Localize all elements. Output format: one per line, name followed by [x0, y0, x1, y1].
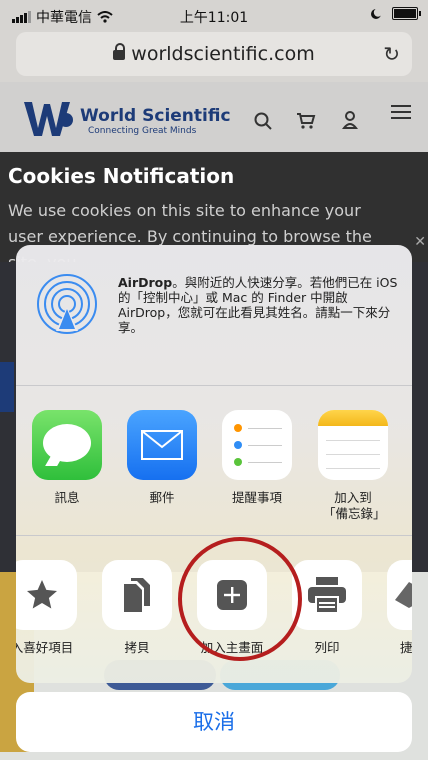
app-messages[interactable]: 訊息 [21, 410, 113, 506]
cancel-button[interactable]: 取消 [16, 692, 412, 752]
action-label: 拷貝 [124, 640, 150, 655]
battery-icon [392, 7, 421, 20]
reminders-icon [222, 410, 292, 480]
url-text: worldscientific.com [131, 43, 315, 65]
mail-icon [127, 410, 197, 480]
clock: 上午11:01 [179, 10, 249, 26]
airdrop-title: AirDrop [118, 275, 173, 290]
print-icon [292, 560, 362, 630]
action-shortcut[interactable]: 捷 [376, 560, 412, 656]
copy-icon [102, 560, 172, 630]
lock-icon [113, 42, 126, 60]
airdrop-icon [37, 274, 97, 334]
account-icon[interactable] [342, 110, 358, 130]
app-label: 郵件 [149, 490, 175, 505]
site-name: World Scientific [80, 106, 231, 126]
action-favorite[interactable]: 入喜好項目 [16, 560, 88, 656]
cookie-title: Cookies Notification [8, 164, 235, 188]
app-label: 訊息 [54, 490, 80, 505]
cart-icon[interactable] [296, 112, 316, 130]
menu-icon[interactable] [391, 104, 411, 120]
do-not-disturb-icon [371, 7, 382, 19]
action-label: 捷 [400, 640, 412, 655]
star-icon [16, 560, 77, 630]
app-label: 提醒事項 [231, 490, 282, 505]
shortcut-icon [387, 560, 412, 630]
app-reminders[interactable]: 提醒事項 [211, 410, 303, 506]
cancel-label: 取消 [193, 710, 235, 734]
airdrop-section[interactable]: AirDrop。與附近的人快速分享。若他們已在 iOS 的「控制中心」或 Mac… [16, 245, 412, 385]
app-mail[interactable]: 郵件 [116, 410, 208, 506]
site-tagline: Connecting Great Minds [88, 126, 197, 136]
app-notes[interactable]: 加入到「備忘錄」 [307, 410, 399, 522]
site-header: World Scientific Connecting Great Minds [0, 82, 428, 152]
divider [16, 535, 412, 536]
status-bar: 中華電信 上午11:01 [0, 0, 428, 30]
action-copy[interactable]: 拷貝 [91, 560, 183, 656]
messages-icon [32, 410, 102, 480]
world-scientific-logo-icon [24, 102, 73, 136]
highlight-circle [178, 537, 302, 661]
reload-icon[interactable]: ↻ [383, 42, 400, 66]
search-icon[interactable] [254, 112, 272, 130]
notes-icon [318, 410, 388, 480]
app-label: 加入到「備忘錄」 [323, 490, 386, 521]
divider [16, 385, 412, 386]
action-label: 列印 [314, 640, 340, 655]
action-label: 入喜好項目 [16, 640, 74, 655]
close-icon[interactable]: ✕ [414, 234, 426, 250]
address-bar[interactable]: worldscientific.com ↻ [16, 32, 412, 76]
app-row: 訊息 郵件 提醒事項 加入到「備忘錄」 [16, 410, 412, 530]
